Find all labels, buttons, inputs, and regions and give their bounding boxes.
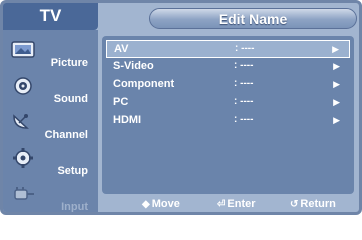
arrow-right-icon: ▶ [332, 44, 339, 54]
enter-icon: ⏎ [217, 199, 226, 210]
sidebar-item-label: Sound [53, 93, 88, 105]
list-item-value: : ---- [234, 60, 254, 71]
arrow-right-icon: ▶ [333, 115, 340, 125]
arrow-right-icon: ▶ [333, 97, 340, 107]
sidebar-item-input[interactable]: Input [3, 180, 98, 213]
gear-icon [13, 148, 33, 168]
sidebar-item-label: Setup [57, 165, 88, 177]
sidebar: Picture Sound Channel Setup Input [3, 30, 98, 212]
help-enter-label: Enter [227, 198, 256, 210]
satellite-dish-icon [13, 114, 29, 129]
return-icon: ↺ [290, 199, 299, 210]
edit-name-list: AV : ---- ▶ S-Video : ---- ▶ Component :… [102, 36, 354, 194]
list-item-label: S-Video [113, 60, 154, 72]
list-item-value: : ---- [234, 96, 254, 107]
list-item-value: : ---- [235, 43, 255, 54]
help-bar: ◆ Move ⏎ Enter ↺ Return [102, 196, 358, 212]
list-item-s-video[interactable]: S-Video : ---- ▶ [106, 58, 350, 76]
help-move-label: Move [151, 198, 180, 210]
plug-icon [14, 187, 34, 200]
list-item-label: HDMI [113, 114, 142, 126]
list-item-label: PC [113, 96, 129, 108]
sidebar-item-setup[interactable]: Setup [3, 144, 98, 180]
help-enter: ⏎ Enter [217, 198, 256, 210]
sidebar-item-sound[interactable]: Sound [3, 72, 98, 108]
sidebar-item-label: Channel [44, 129, 88, 141]
list-item-av[interactable]: AV : ---- ▶ [106, 40, 350, 58]
tv-menu-window: TV Edit Name Picture Sound Channel Setup… [0, 0, 362, 215]
move-icon: ◆ [142, 199, 150, 210]
sidebar-item-label: Picture [50, 57, 88, 69]
list-item-pc[interactable]: PC : ---- ▶ [106, 94, 350, 112]
help-move: ◆ Move [142, 198, 180, 210]
tv-label: TV [3, 3, 98, 30]
help-return: ↺ Return [290, 198, 336, 210]
list-item-value: : ---- [234, 114, 254, 125]
list-item-component[interactable]: Component : ---- ▶ [106, 76, 350, 94]
arrow-right-icon: ▶ [333, 61, 340, 71]
arrow-right-icon: ▶ [333, 79, 340, 89]
sidebar-item-channel[interactable]: Channel [3, 108, 98, 144]
sidebar-item-picture[interactable]: Picture [3, 36, 98, 72]
speaker-icon [14, 77, 32, 95]
list-item-label: AV [114, 43, 129, 55]
help-return-label: Return [300, 198, 336, 210]
list-item-value: : ---- [234, 78, 254, 89]
list-item-hdmi[interactable]: HDMI : ---- ▶ [106, 112, 350, 130]
list-item-label: Component [113, 78, 175, 90]
page-title: Edit Name [149, 8, 357, 29]
picture-icon [11, 41, 35, 58]
sidebar-item-label: Input [61, 201, 88, 213]
